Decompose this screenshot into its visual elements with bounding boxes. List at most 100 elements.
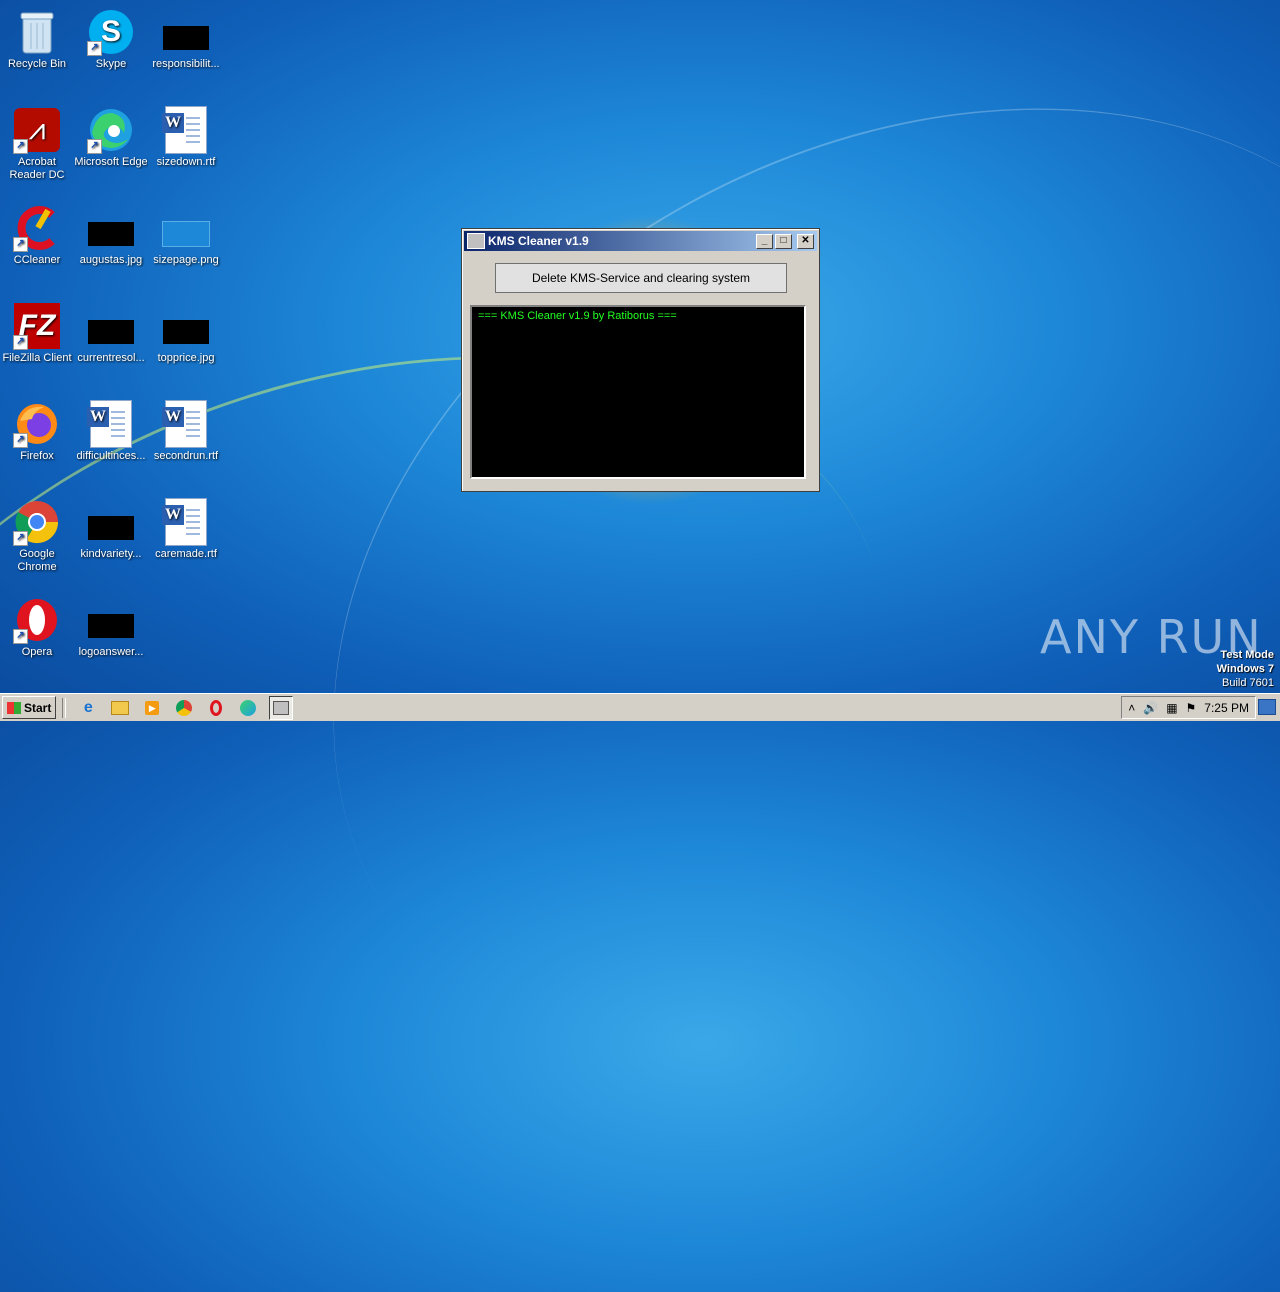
redacted-thumbnail	[88, 320, 134, 344]
system-tray: ˄ 🔊 ▦ ⚑ 7:25 PM	[1121, 696, 1256, 719]
desktop-icon-currentresol[interactable]: currentresol...	[74, 302, 148, 365]
close-icon: ✕	[801, 234, 810, 246]
os-name-line: Windows 7	[1216, 663, 1274, 675]
shortcut-arrow-icon: ↗	[13, 531, 28, 546]
desktop-icon-firefox[interactable]: ↗ Firefox	[0, 400, 74, 463]
thumbnail	[162, 221, 210, 247]
desktop-icon-skype[interactable]: S ↗ Skype	[74, 8, 148, 71]
redacted-thumbnail	[88, 516, 134, 540]
image-file-icon	[162, 204, 210, 252]
window-title: KMS Cleaner v1.9	[488, 234, 589, 248]
desktop-icon-secondrun[interactable]: W secondrun.rtf	[149, 400, 223, 463]
desktop-icon-sizepage[interactable]: sizepage.png	[149, 204, 223, 267]
test-mode-notice: Test Mode Windows 7 Build 7601	[1217, 648, 1274, 690]
desktop-icon-label: CCleaner	[13, 254, 61, 266]
minimize-icon: _	[761, 234, 768, 246]
shortcut-arrow-icon: ↗	[87, 41, 102, 56]
start-label: Start	[24, 700, 52, 715]
start-button[interactable]: Start	[2, 696, 57, 719]
desktop-icon-opera[interactable]: ↗ Opera	[0, 596, 74, 659]
minimize-button[interactable]: _	[756, 233, 773, 249]
taskbar-separator	[62, 697, 67, 718]
desktop-icon-label: kindvariety...	[80, 548, 142, 560]
desktop-icon-label: currentresol...	[77, 352, 145, 364]
desktop-icon-label: Google Chrome	[17, 548, 57, 573]
desktop-icon-ccleaner[interactable]: ↗ CCleaner	[0, 204, 74, 267]
chrome-icon: ↗	[13, 498, 61, 546]
word-document-icon: W	[162, 498, 210, 546]
desktop-icon-label: secondrun.rtf	[153, 450, 219, 462]
desktop-icon-augustas[interactable]: augustas.jpg	[74, 204, 148, 267]
desktop-icon-label: sizedown.rtf	[156, 156, 216, 168]
opera-icon: ↗	[13, 596, 61, 644]
desktop-icon-label: sizepage.png	[153, 254, 219, 266]
desktop-icon-kindvariety[interactable]: kindvariety...	[74, 498, 148, 561]
file-icon	[87, 302, 135, 350]
show-desktop-button[interactable]	[1258, 699, 1276, 715]
desktop-icon-chrome[interactable]: ↗ Google Chrome	[0, 498, 74, 574]
kms-cleaner-window[interactable]: KMS Cleaner v1.9 _ □ ✕ Delete KMS-Servic…	[461, 228, 820, 492]
network-icon[interactable]: ▦	[1166, 701, 1177, 715]
desktop-icon-label: augustas.jpg	[79, 254, 143, 266]
desktop-icon-label: Acrobat Reader DC	[9, 156, 65, 181]
word-document-icon: W	[162, 106, 210, 154]
desktop-icon-filezilla[interactable]: FZ ↗ FileZilla Client	[0, 302, 74, 365]
filezilla-icon: FZ ↗	[13, 302, 61, 350]
clock[interactable]: 7:25 PM	[1204, 701, 1249, 715]
edge-icon: ↗	[87, 106, 135, 154]
desktop-icon-logoanswer[interactable]: logoanswer...	[74, 596, 148, 659]
shortcut-arrow-icon: ↗	[13, 237, 28, 252]
desktop-icon-difficultinces[interactable]: W difficultinces...	[74, 400, 148, 463]
show-hidden-icons-icon[interactable]: ˄	[1128, 701, 1135, 715]
desktop-icon-label: Recycle Bin	[7, 58, 67, 70]
image-file-icon	[162, 302, 210, 350]
chrome-icon[interactable]	[173, 697, 195, 719]
build-line: Build 7601	[1222, 677, 1274, 689]
image-file-icon	[87, 204, 135, 252]
desktop-icon-recycle-bin[interactable]: Recycle Bin	[0, 8, 74, 71]
word-document-icon: W	[87, 400, 135, 448]
window-titlebar[interactable]: KMS Cleaner v1.9 _ □ ✕	[464, 231, 817, 251]
file-icon	[87, 498, 135, 546]
desktop-icon-edge[interactable]: ↗ Microsoft Edge	[74, 106, 148, 169]
desktop-icon-sizedown[interactable]: W sizedown.rtf	[149, 106, 223, 169]
close-button[interactable]: ✕	[797, 233, 814, 249]
shortcut-arrow-icon: ↗	[13, 433, 28, 448]
volume-icon[interactable]: 🔊	[1143, 701, 1158, 715]
edge-icon[interactable]	[237, 697, 259, 719]
desktop-icon-label: Opera	[21, 646, 53, 658]
media-player-icon[interactable]: ▶	[141, 697, 163, 719]
desktop-icon-label: responsibilit...	[152, 58, 220, 70]
acrobat-icon: ⩘ ↗	[13, 106, 61, 154]
ie-icon[interactable]: e	[77, 697, 99, 719]
desktop-icon-topprice[interactable]: topprice.jpg	[149, 302, 223, 365]
desktop-icon-label: caremade.rtf	[155, 548, 217, 560]
redacted-thumbnail	[88, 614, 134, 638]
shortcut-arrow-icon: ↗	[13, 335, 28, 350]
desktop-icon-responsibilit[interactable]: responsibilit...	[149, 8, 223, 71]
file-icon	[162, 8, 210, 56]
delete-kms-service-button[interactable]: Delete KMS-Service and clearing system	[495, 263, 787, 293]
windows-flag-icon	[7, 701, 21, 714]
explorer-icon[interactable]	[109, 697, 131, 719]
test-mode-line: Test Mode	[1220, 649, 1274, 661]
desktop-icon-label: Skype	[95, 58, 127, 70]
skype-icon: S ↗	[87, 8, 135, 56]
recycle-bin-icon	[13, 8, 61, 56]
kms-cleaner-icon[interactable]	[269, 695, 294, 720]
file-icon	[87, 596, 135, 644]
desktop-icon-caremade[interactable]: W caremade.rtf	[149, 498, 223, 561]
redacted-thumbnail	[88, 222, 134, 246]
action-center-flag-icon[interactable]: ⚑	[1186, 701, 1197, 715]
maximize-icon: □	[780, 234, 787, 246]
redacted-thumbnail	[163, 26, 209, 50]
desktop-icon-label: topprice.jpg	[157, 352, 215, 364]
desktop-icon-acrobat[interactable]: ⩘ ↗ Acrobat Reader DC	[0, 106, 74, 182]
word-document-icon: W	[162, 400, 210, 448]
shortcut-arrow-icon: ↗	[87, 139, 102, 154]
maximize-button[interactable]: □	[775, 233, 792, 249]
console-output[interactable]: === KMS Cleaner v1.9 by Ratiborus ===	[470, 305, 806, 479]
desktop-icon-label: Microsoft Edge	[74, 156, 148, 168]
opera-icon[interactable]	[205, 697, 227, 719]
desktop-icon-label: Firefox	[20, 450, 54, 462]
